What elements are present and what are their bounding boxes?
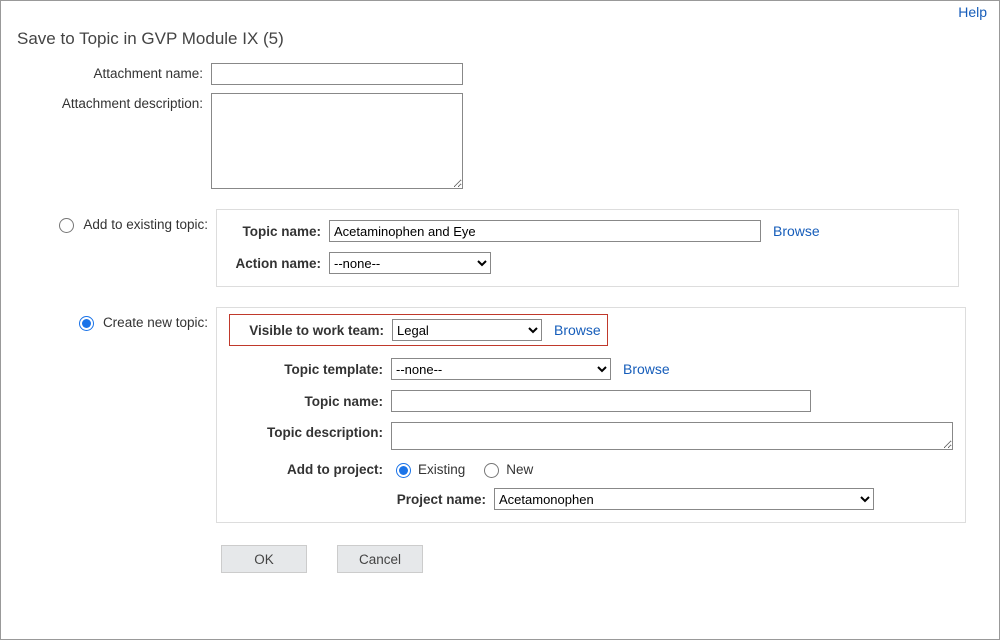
visible-browse-link[interactable]: Browse bbox=[554, 322, 601, 338]
project-existing-option[interactable]: Existing bbox=[391, 460, 465, 478]
create-topic-name-label: Topic name: bbox=[229, 394, 391, 409]
existing-topic-name-input[interactable] bbox=[329, 220, 761, 242]
project-existing-radio[interactable] bbox=[396, 463, 411, 478]
project-existing-label: Existing bbox=[418, 462, 465, 477]
visible-work-team-highlight: Visible to work team: Legal Browse bbox=[229, 314, 608, 346]
attachment-name-label: Attachment name: bbox=[11, 63, 211, 81]
help-link[interactable]: Help bbox=[958, 4, 987, 20]
create-topic-desc-label: Topic description: bbox=[229, 422, 391, 440]
visible-work-team-label: Visible to work team: bbox=[232, 323, 392, 338]
attachment-desc-label: Attachment description: bbox=[11, 93, 211, 111]
existing-topic-radio-label: Add to existing topic: bbox=[83, 217, 208, 232]
existing-browse-link[interactable]: Browse bbox=[773, 223, 820, 239]
project-name-label: Project name: bbox=[229, 492, 494, 507]
visible-work-team-select[interactable]: Legal bbox=[392, 319, 542, 341]
project-new-label: New bbox=[506, 462, 533, 477]
existing-action-name-label: Action name: bbox=[229, 256, 329, 271]
create-topic-radio-label: Create new topic: bbox=[103, 315, 208, 330]
button-row: OK Cancel bbox=[221, 545, 989, 573]
create-topic-desc-input[interactable] bbox=[391, 422, 953, 450]
attachment-name-row: Attachment name: bbox=[11, 63, 989, 85]
create-topic-section: Create new topic: Visible to work team: … bbox=[11, 307, 989, 523]
topic-template-select[interactable]: --none-- bbox=[391, 358, 611, 380]
add-to-project-label: Add to project: bbox=[229, 462, 391, 477]
existing-topic-section: Add to existing topic: Topic name: Brows… bbox=[11, 209, 989, 287]
cancel-button[interactable]: Cancel bbox=[337, 545, 423, 573]
existing-topic-group: Topic name: Browse Action name: --none-- bbox=[216, 209, 959, 287]
dialog-window: Help Save to Topic in GVP Module IX (5) … bbox=[0, 0, 1000, 640]
topic-template-label: Topic template: bbox=[229, 362, 391, 377]
existing-topic-radio[interactable] bbox=[59, 218, 74, 233]
create-topic-group: Visible to work team: Legal Browse Topic… bbox=[216, 307, 966, 523]
attachment-desc-input[interactable] bbox=[211, 93, 463, 189]
create-topic-radio[interactable] bbox=[79, 316, 94, 331]
create-topic-name-input[interactable] bbox=[391, 390, 811, 412]
project-name-select[interactable]: Acetamonophen bbox=[494, 488, 874, 510]
attachment-desc-row: Attachment description: bbox=[11, 93, 989, 189]
attachment-name-input[interactable] bbox=[211, 63, 463, 85]
project-new-option[interactable]: New bbox=[479, 460, 533, 478]
template-browse-link[interactable]: Browse bbox=[623, 361, 670, 377]
project-new-radio[interactable] bbox=[484, 463, 499, 478]
ok-button[interactable]: OK bbox=[221, 545, 307, 573]
page-title: Save to Topic in GVP Module IX (5) bbox=[17, 29, 989, 49]
existing-action-name-select[interactable]: --none-- bbox=[329, 252, 491, 274]
existing-topic-name-label: Topic name: bbox=[229, 224, 329, 239]
